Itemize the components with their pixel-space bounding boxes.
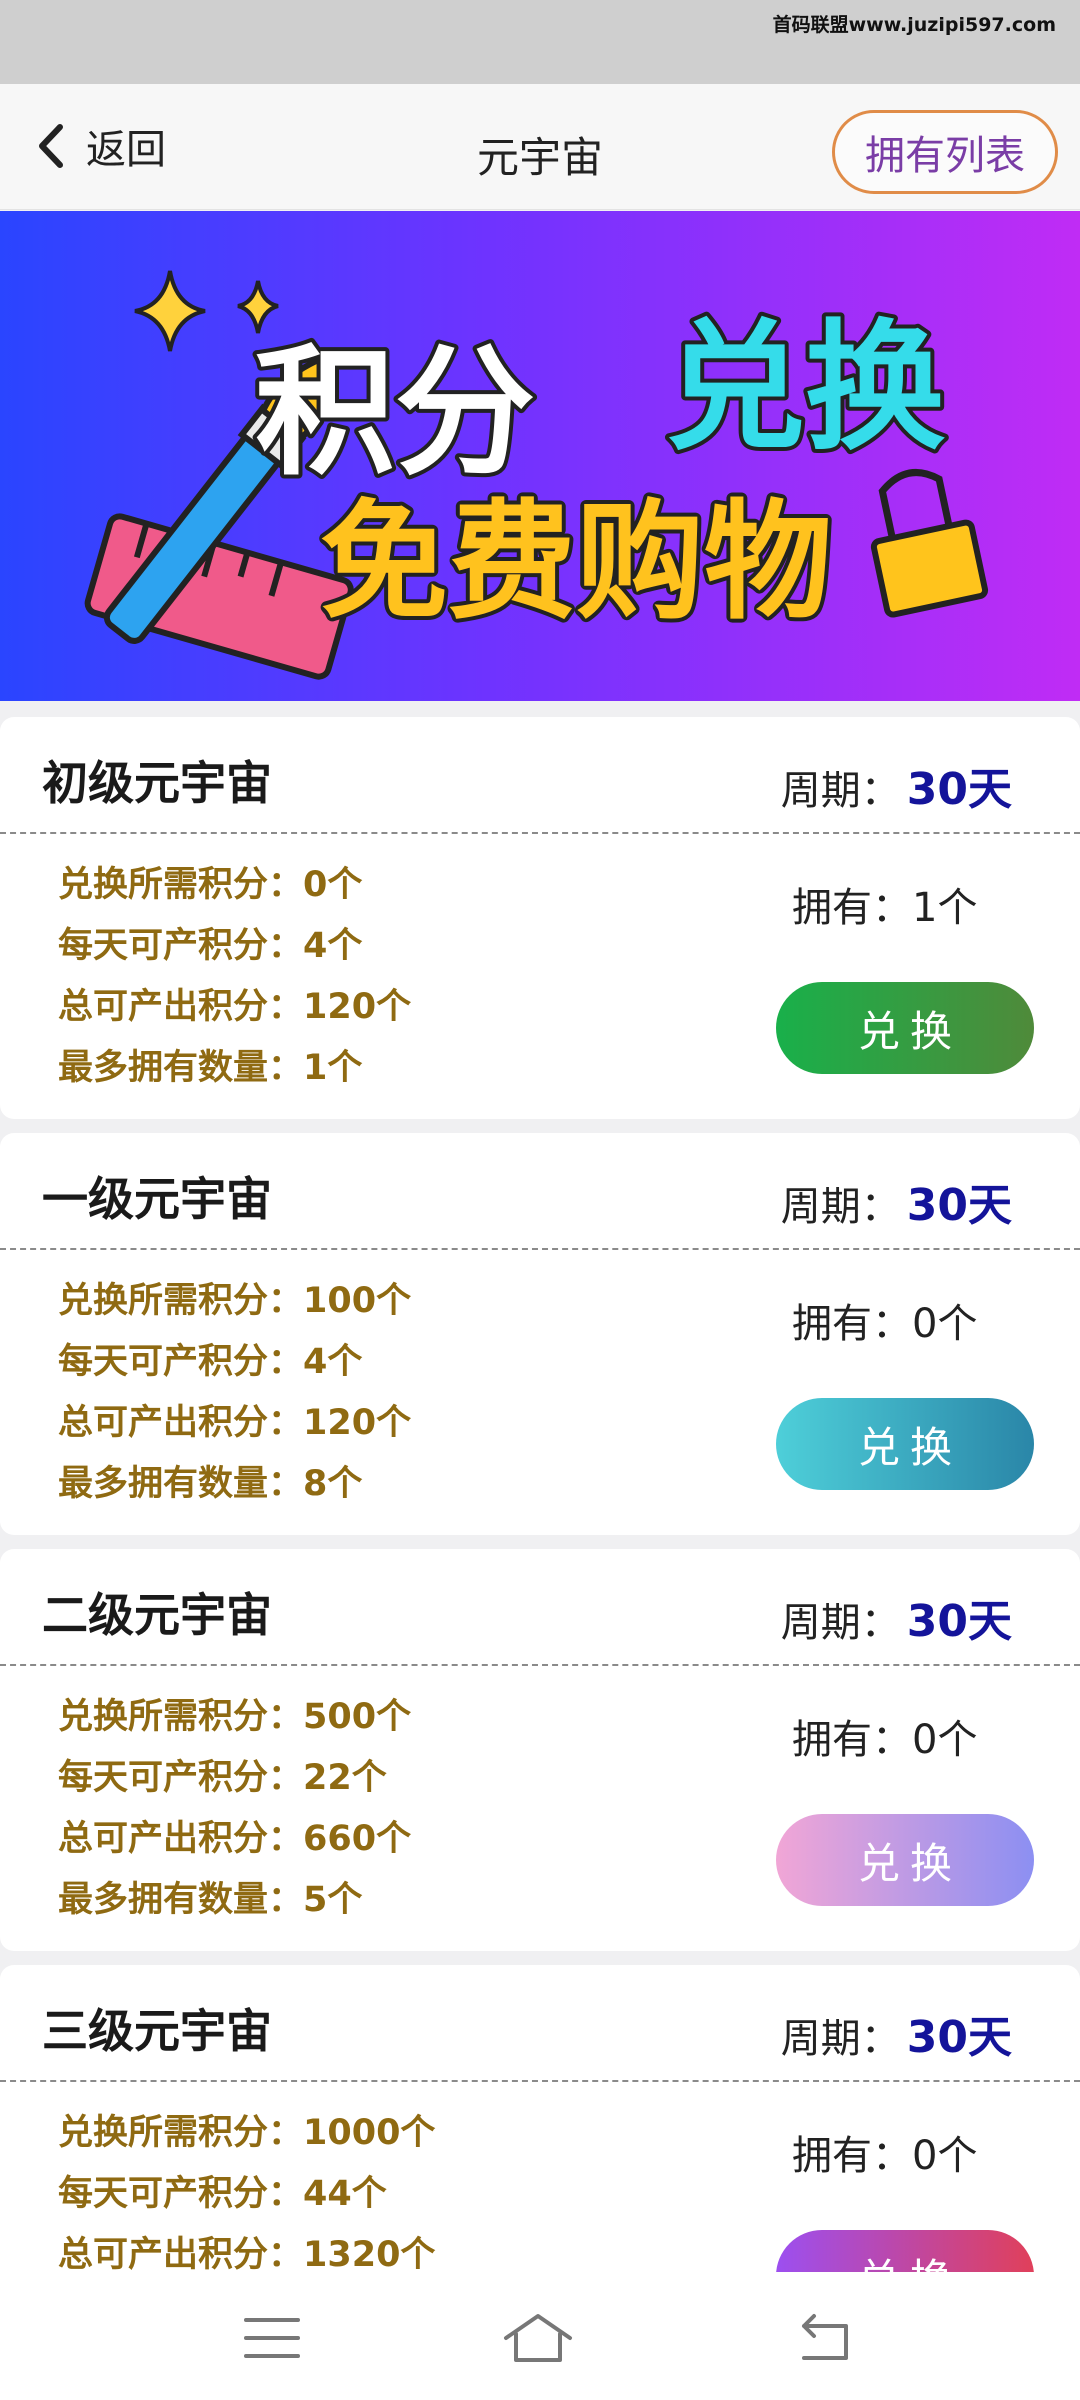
stat-cost: 兑换所需积分：0个 [58, 865, 363, 905]
exchange-button[interactable]: 兑换 [776, 1398, 1034, 1490]
period-label: 周期： [780, 1184, 901, 1230]
dashed-divider [0, 1248, 1080, 1250]
dashed-divider [0, 2080, 1080, 2082]
owned-count: 拥有：0个 [792, 2133, 978, 2179]
owned-count: 拥有：1个 [792, 885, 978, 931]
nav-bar: 返回 元宇宙 拥有列表 [0, 84, 1080, 210]
tier-stats: 兑换所需积分：100个 每天可产积分：4个 总可产出积分：120个 最多拥有数量… [58, 1271, 411, 1515]
stat-cost: 兑换所需积分：500个 [58, 1697, 412, 1737]
back-icon[interactable] [792, 2310, 856, 2366]
stat-daily: 每天可产积分：44个 [58, 2174, 387, 2214]
dashed-divider [0, 832, 1080, 834]
stat-max: 最多拥有数量：8个 [58, 1464, 363, 1504]
stat-cost: 兑换所需积分：1000个 [58, 2113, 436, 2153]
tier-card-basic: 初级元宇宙 周期： 30天 兑换所需积分：0个 每天可产积分：4个 总可产出积分… [0, 717, 1080, 1119]
stat-daily: 每天可产积分：4个 [58, 926, 363, 966]
stat-max: 最多拥有数量：5个 [58, 1880, 363, 1920]
tier-title: 一级元宇宙 [42, 1172, 272, 1226]
dashed-divider [0, 1664, 1080, 1666]
tier-title: 初级元宇宙 [42, 756, 272, 810]
period-value: 30天 [906, 2012, 1012, 2063]
period: 周期： 30天 [781, 1169, 1012, 1233]
stat-daily: 每天可产积分：4个 [58, 1342, 363, 1382]
exchange-button[interactable]: 兑换 [776, 1814, 1034, 1906]
tier-card-level-1: 一级元宇宙 周期： 30天 兑换所需积分：100个 每天可产积分：4个 总可产出… [0, 1133, 1080, 1535]
period-label: 周期： [780, 1600, 901, 1646]
menu-icon[interactable] [240, 2310, 304, 2366]
period: 周期： 30天 [781, 1585, 1012, 1649]
stat-total: 总可产出积分：660个 [58, 1819, 412, 1859]
owned-list-button[interactable]: 拥有列表 [832, 110, 1058, 194]
banner-headline-left: 积分 [255, 332, 535, 495]
promo-banner[interactable]: 积分 兑换 免费购物 [0, 211, 1080, 701]
tier-title: 二级元宇宙 [42, 1588, 272, 1642]
stat-total: 总可产出积分：120个 [58, 1403, 412, 1443]
stat-max: 最多拥有数量：1个 [58, 1048, 363, 1088]
period-value: 30天 [906, 1180, 1012, 1231]
stat-total: 总可产出积分：120个 [58, 987, 412, 1027]
owned-count: 拥有：0个 [792, 1717, 978, 1763]
tier-stats: 兑换所需积分：1000个 每天可产积分：44个 总可产出积分：1320个 [58, 2103, 435, 2286]
watermark: 首码联盟www.juzipi597.com [772, 14, 1056, 36]
period-label: 周期： [780, 2016, 901, 2062]
tier-stats: 兑换所需积分：0个 每天可产积分：4个 总可产出积分：120个 最多拥有数量：1… [58, 855, 411, 1099]
binder-clip-icon [870, 469, 989, 618]
tier-card-level-2: 二级元宇宙 周期： 30天 兑换所需积分：500个 每天可产积分：22个 总可产… [0, 1549, 1080, 1951]
stat-cost: 兑换所需积分：100个 [58, 1281, 412, 1321]
period-value: 30天 [906, 1596, 1012, 1647]
period: 周期： 30天 [781, 753, 1012, 817]
system-nav-bar [0, 2272, 1080, 2400]
banner-headline-right: 兑换 [665, 307, 945, 470]
period: 周期： 30天 [781, 2001, 1012, 2065]
tier-title: 三级元宇宙 [42, 2004, 272, 2058]
period-value: 30天 [906, 764, 1012, 815]
stat-daily: 每天可产积分：22个 [58, 1758, 387, 1798]
period-label: 周期： [780, 768, 901, 814]
exchange-button[interactable]: 兑换 [776, 982, 1034, 1074]
tier-stats: 兑换所需积分：500个 每天可产积分：22个 总可产出积分：660个 最多拥有数… [58, 1687, 411, 1931]
status-bar: 首码联盟www.juzipi597.com [0, 0, 1080, 84]
banner-subheadline: 免费购物 [320, 488, 832, 637]
owned-count: 拥有：0个 [792, 1301, 978, 1347]
home-icon[interactable] [500, 2310, 576, 2366]
